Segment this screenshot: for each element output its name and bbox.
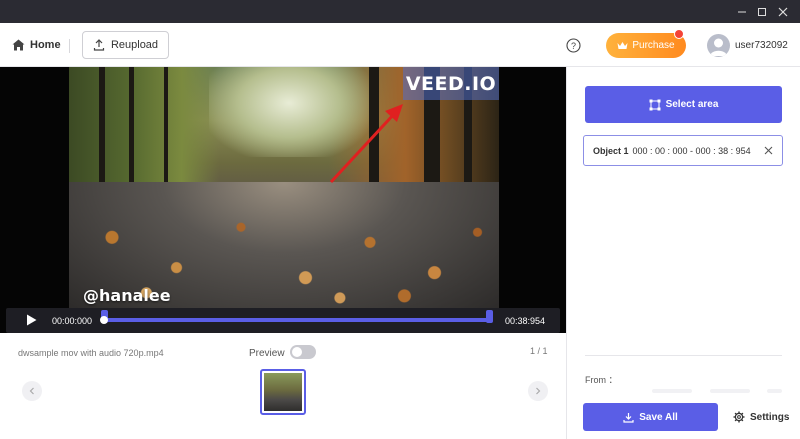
chevron-right-icon: [536, 387, 541, 395]
page-indicator: 1 / 1: [530, 346, 548, 356]
playhead-knob[interactable]: [100, 316, 108, 324]
video-player: VEED.IO @hanalee 00:00:000 00:38:954: [0, 67, 566, 333]
help-icon[interactable]: ?: [566, 38, 581, 53]
object-item[interactable]: Object 1 000 : 00 : 000 - 000 : 38 : 954: [583, 135, 783, 166]
prev-button[interactable]: [22, 381, 42, 401]
total-time: 00:38:954: [505, 316, 546, 326]
reupload-label: Reupload: [110, 39, 159, 51]
from-time-fields: [652, 389, 782, 393]
remove-object-icon[interactable]: [764, 146, 773, 155]
video-thumbnail[interactable]: [260, 369, 306, 415]
video-frame[interactable]: VEED.IO @hanalee: [69, 67, 499, 308]
from-label: From ：: [585, 375, 618, 385]
red-arrow-annotation: [329, 104, 403, 184]
preview-label: Preview: [249, 348, 285, 359]
panel-divider: [585, 355, 782, 356]
home-button[interactable]: Home: [12, 36, 61, 54]
from-field[interactable]: [710, 389, 750, 393]
title-bar: [0, 0, 800, 23]
save-all-button[interactable]: Save All: [583, 403, 718, 431]
user-avatar-icon: [710, 38, 727, 56]
settings-label: Settings: [750, 411, 790, 423]
toolbar: Home Reupload ? Purchase user732092: [0, 23, 800, 67]
upload-icon: [93, 39, 105, 51]
home-icon: [12, 39, 25, 51]
gear-icon: [733, 411, 745, 423]
object-time-range: 000 : 00 : 000 - 000 : 38 : 954: [632, 145, 751, 156]
svg-text:?: ?: [571, 41, 576, 51]
notification-badge: [674, 29, 684, 39]
toggle-knob: [292, 347, 302, 357]
play-icon[interactable]: [26, 314, 37, 326]
thumbnail-image: [264, 373, 302, 411]
from-field[interactable]: [652, 389, 692, 393]
close-icon: [778, 7, 788, 16]
select-area-button[interactable]: Select area: [585, 86, 782, 123]
player-controls: 00:00:000 00:38:954: [6, 308, 560, 333]
reupload-button[interactable]: Reupload: [82, 31, 169, 59]
download-icon: [623, 412, 634, 423]
avatar[interactable]: [707, 34, 730, 57]
current-time: 00:00:000: [52, 316, 93, 326]
timeline-track[interactable]: [100, 310, 493, 324]
select-area-label: Select area: [665, 99, 719, 110]
next-button[interactable]: [528, 381, 548, 401]
maximize-icon: [758, 7, 766, 16]
chevron-left-icon: [29, 387, 34, 395]
purchase-button[interactable]: Purchase: [606, 29, 686, 58]
crown-icon: [617, 42, 628, 49]
save-all-label: Save All: [639, 411, 678, 423]
trim-end-handle[interactable]: [486, 310, 493, 323]
minimize-icon: [738, 11, 746, 12]
app-window: Home Reupload ? Purchase user732092 VEED…: [0, 0, 800, 439]
file-strip: dwsample mov with audio 720p.mp4 Preview…: [0, 333, 566, 439]
home-label: Home: [30, 39, 61, 51]
close-window-button[interactable]: [771, 0, 795, 23]
right-panel: Select area Object 1 000 : 00 : 000 - 00…: [566, 67, 800, 439]
toolbar-divider: [69, 39, 70, 53]
file-name: dwsample mov with audio 720p.mp4: [18, 348, 164, 358]
object-name: Object 1: [593, 145, 629, 156]
username[interactable]: user732092: [735, 40, 788, 51]
preview-toggle[interactable]: [290, 345, 316, 359]
from-field[interactable]: [767, 389, 782, 393]
settings-button[interactable]: Settings: [733, 411, 789, 423]
overlay-username: @hanalee: [83, 286, 171, 305]
select-area-icon: [649, 99, 661, 110]
purchase-label: Purchase: [632, 40, 675, 51]
